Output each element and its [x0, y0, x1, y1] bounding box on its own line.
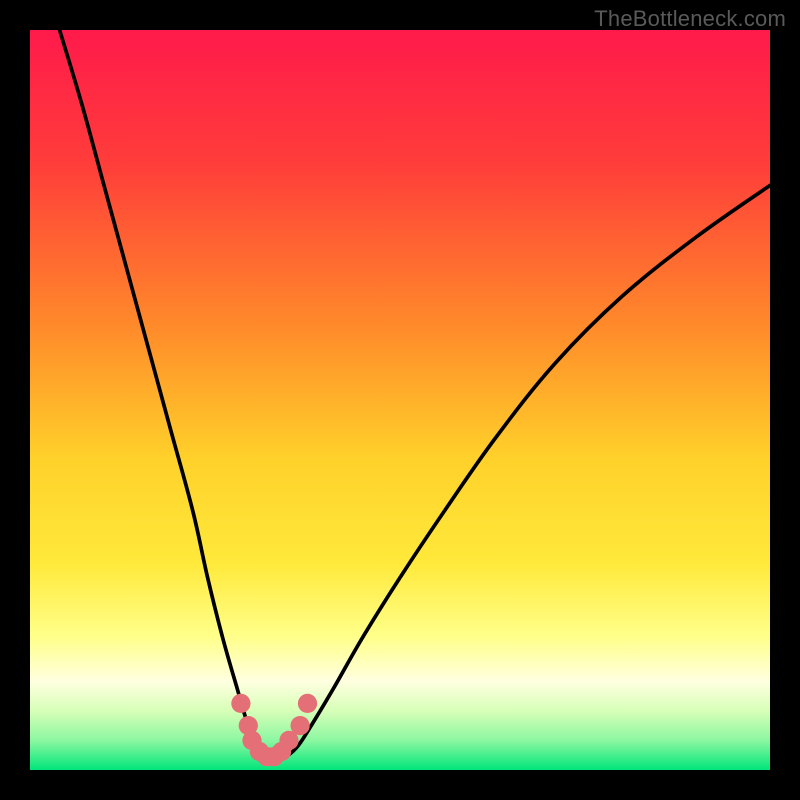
chart-frame: TheBottleneck.com — [0, 0, 800, 800]
bottleneck-curve — [60, 30, 770, 760]
curve-layer — [30, 30, 770, 770]
marker-dot — [298, 694, 317, 713]
plot-area — [30, 30, 770, 770]
marker-dot — [290, 716, 309, 735]
watermark-text: TheBottleneck.com — [594, 6, 786, 32]
marker-dot — [231, 694, 250, 713]
highlight-markers — [231, 694, 317, 767]
